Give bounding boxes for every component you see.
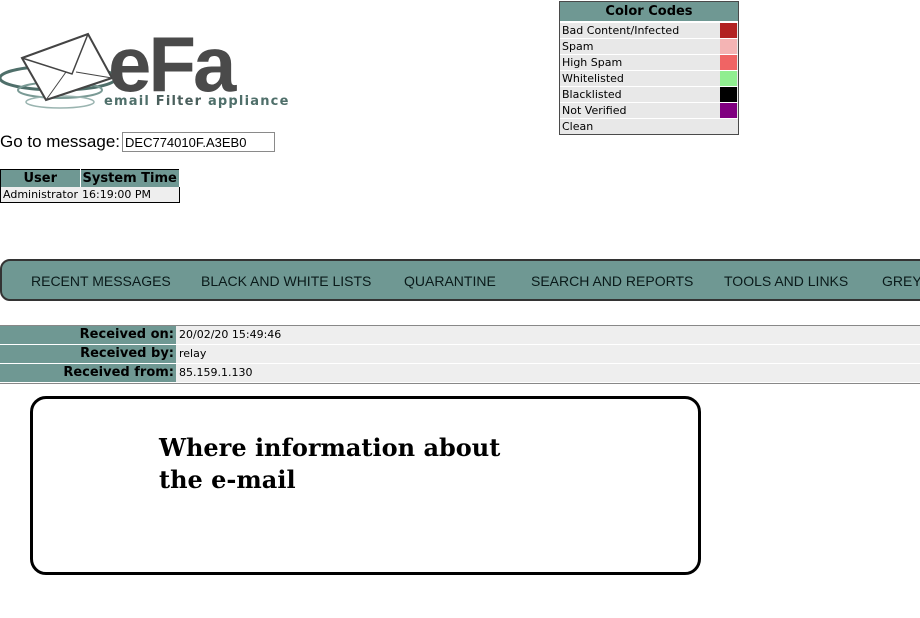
received-by-label: Received by: — [0, 345, 176, 363]
legend-swatch — [720, 119, 737, 134]
legend-row-bad-content: Bad Content/Infected — [560, 23, 738, 38]
color-codes-legend: Color Codes Bad Content/Infected Spam Hi… — [559, 1, 739, 135]
legend-swatch — [720, 55, 737, 70]
efa-logo: eFa email Filter appliance — [0, 24, 290, 114]
goto-message-label: Go to message: — [0, 132, 121, 151]
legend-label: Clean — [562, 120, 594, 133]
annotation-box: Where information about the e-mail — [30, 396, 701, 575]
legend-label: Blacklisted — [562, 88, 622, 101]
tagline-part-2: Filter — [155, 94, 203, 109]
logo-brand-text: eFa — [108, 20, 236, 108]
nav-search-reports[interactable]: SEARCH AND REPORTS — [531, 273, 693, 289]
legend-row-not-verified: Not Verified — [560, 103, 738, 118]
main-nav-bar: RECENT MESSAGES BLACK AND WHITE LISTS QU… — [0, 259, 920, 301]
legend-label: Not Verified — [562, 104, 627, 117]
tagline-part-1: email — [104, 94, 156, 109]
user-info-table: User System Time Administrator 16:19:00 … — [0, 169, 180, 203]
message-detail-table: Received on: 20/02/20 15:49:46 Received … — [0, 325, 920, 384]
system-time-column-header: System Time — [80, 169, 180, 187]
legend-swatch — [720, 87, 737, 102]
legend-swatch — [720, 23, 737, 38]
detail-row-received-from: Received from: 85.159.1.130 — [0, 364, 920, 382]
legend-label: High Spam — [562, 56, 623, 69]
legend-label: Bad Content/Infected — [562, 24, 680, 37]
logo-tagline: email Filter appliance — [104, 94, 290, 109]
received-on-value: 20/02/20 15:49:46 — [176, 326, 920, 344]
goto-message-bar: Go to message: — [0, 131, 276, 153]
legend-row-clean: Clean — [560, 119, 738, 134]
legend-row-whitelisted: Whitelisted — [560, 71, 738, 86]
nav-recent-messages[interactable]: RECENT MESSAGES — [31, 273, 171, 289]
nav-tools-links[interactable]: TOOLS AND LINKS — [724, 273, 848, 289]
goto-message-input[interactable] — [122, 132, 276, 152]
legend-swatch — [720, 71, 737, 86]
legend-row-high-spam: High Spam — [560, 55, 738, 70]
user-column-header: User — [0, 169, 81, 187]
detail-row-received-on: Received on: 20/02/20 15:49:46 — [0, 326, 920, 344]
system-time-cell: 16:19:00 PM — [80, 187, 180, 203]
user-cell: Administrator — [0, 187, 80, 203]
received-from-value: 85.159.1.130 — [176, 364, 920, 382]
nav-quarantine[interactable]: QUARANTINE — [404, 273, 496, 289]
annotation-text: Where information about the e-mail — [159, 433, 501, 494]
received-by-value: relay — [176, 345, 920, 363]
legend-swatch — [720, 39, 737, 54]
legend-swatch — [720, 103, 737, 118]
tagline-part-3: appliance — [202, 94, 290, 109]
legend-row-spam: Spam — [560, 39, 738, 54]
nav-black-white-lists[interactable]: BLACK AND WHITE LISTS — [201, 273, 371, 289]
legend-row-blacklisted: Blacklisted — [560, 87, 738, 102]
legend-label: Whitelisted — [562, 72, 624, 85]
color-codes-title: Color Codes — [560, 2, 738, 22]
nav-grey[interactable]: GREY — [882, 273, 920, 289]
received-from-label: Received from: — [0, 364, 176, 382]
legend-label: Spam — [562, 40, 594, 53]
detail-row-received-by: Received by: relay — [0, 345, 920, 363]
received-on-label: Received on: — [0, 326, 176, 344]
